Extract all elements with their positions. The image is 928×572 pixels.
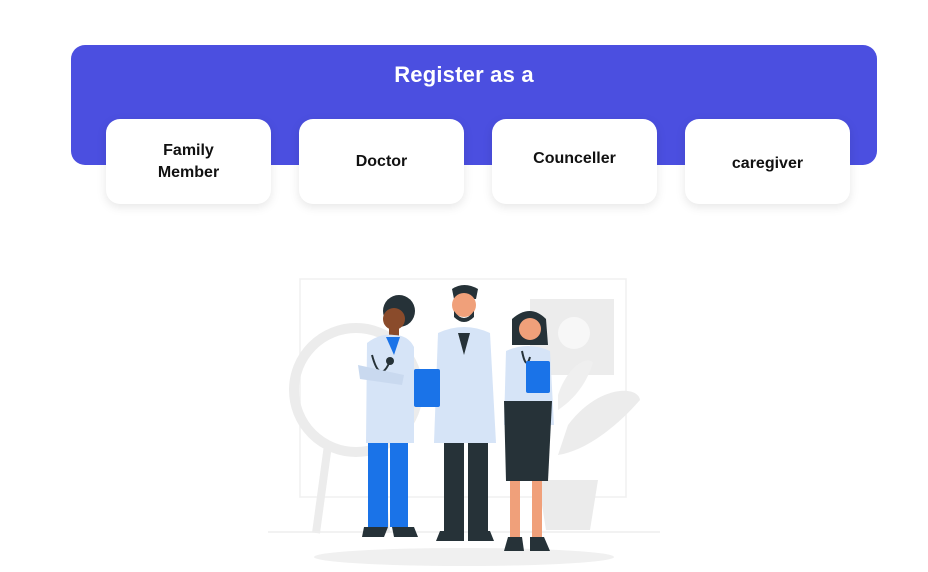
role-card-label: Counceller [533, 149, 616, 167]
role-card-counceller[interactable]: Counceller [492, 119, 657, 204]
role-card-caregiver[interactable]: caregiver [685, 119, 850, 204]
page-title: Register as a [394, 62, 534, 87]
role-card-label: Doctor [355, 152, 408, 170]
medical-team-icon [268, 278, 660, 566]
medical-team-illustration [268, 275, 660, 572]
role-card-label: Family Member [157, 141, 220, 181]
register-page: Register as a Family Member Doctor Counc… [0, 0, 928, 572]
role-card-family-member[interactable]: Family Member [106, 119, 271, 204]
role-card-label: caregiver [731, 154, 804, 172]
role-card-doctor[interactable]: Doctor [299, 119, 464, 204]
